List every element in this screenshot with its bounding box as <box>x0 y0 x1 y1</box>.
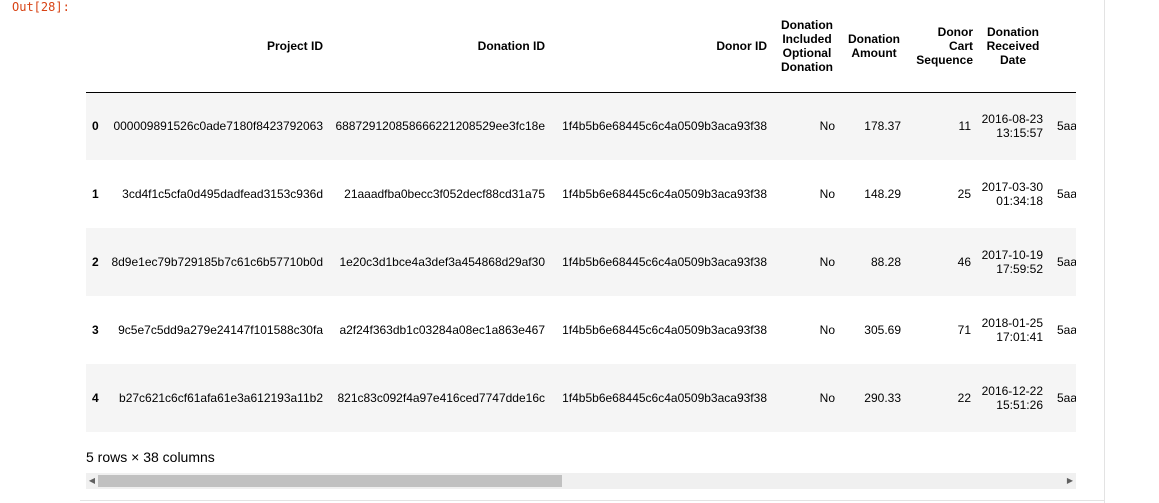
cell-project-id: b27c621c6cf61afa61e3a612193a11b2 <box>119 391 323 405</box>
cell-donation-received-date: 2017-03-30 01:34:18 <box>981 180 1043 208</box>
scroll-right-arrow-icon[interactable]: ▶ <box>1064 473 1076 489</box>
cell-donation-received-date: 2016-12-22 15:51:26 <box>981 384 1043 412</box>
cell-donation-amount: 305.69 <box>864 323 901 337</box>
cell-donor-cart-sequence: 71 <box>957 323 971 337</box>
cell-truncated-column: 5aa86a <box>1057 187 1076 201</box>
column-header-donor-cart-sequence: Donor Cart Sequence <box>907 0 977 93</box>
dataframe-table: Project ID Donation ID Donor ID Donation… <box>86 0 1076 432</box>
table-row: 4 b27c621c6cf61afa61e3a612193a11b2 821c83c… <box>86 364 1076 432</box>
cell-donor-cart-sequence: 22 <box>957 391 971 405</box>
row-index: 1 <box>92 187 99 201</box>
cell-donor-id: 1f4b5b6e68445c6c4a0509b3aca93f38 <box>562 119 767 134</box>
column-header-donation-received-date: Donation Received Date <box>977 0 1049 93</box>
table-row: 0 000009891526c0ade7180f8423792063 6887291… <box>86 92 1076 160</box>
cell-border-right <box>1104 0 1105 503</box>
cell-donor-id: 1f4b5b6e68445c6c4a0509b3aca93f38 <box>562 255 767 269</box>
row-index: 0 <box>92 119 99 134</box>
table-header-row: Project ID Donation ID Donor ID Donation… <box>86 0 1076 93</box>
table-row: 3 9c5e7c5dd9a279e24147f101588c30fa a2f24f3… <box>86 296 1076 364</box>
column-header-donor-id: Donor ID <box>551 0 773 93</box>
scroll-left-arrow-icon[interactable]: ◀ <box>86 473 98 489</box>
cell-project-id: 9c5e7c5dd9a279e24147f101588c30fa <box>118 323 323 337</box>
horizontal-scrollbar[interactable]: ◀ ▶ <box>86 473 1076 489</box>
cell-border-bottom <box>80 500 1104 501</box>
column-header-donation-id: Donation ID <box>329 0 551 93</box>
cell-donation-received-date: 2017-10-19 17:59:52 <box>981 248 1043 276</box>
cell-donation-id: 821c83c092f4a97e416ced7747dde16c <box>337 391 545 405</box>
cell-donation-id: 688729120858666221208529ee3fc18e <box>335 119 545 134</box>
cell-project-id: 000009891526c0ade7180f8423792063 <box>113 119 323 134</box>
cell-donation-amount: 148.29 <box>864 187 901 201</box>
cell-optional-donation: No <box>819 323 835 337</box>
cell-donor-cart-sequence: 25 <box>957 187 971 201</box>
index-header <box>86 0 108 93</box>
cell-optional-donation: No <box>819 187 835 201</box>
row-index: 2 <box>92 255 99 269</box>
cell-optional-donation: No <box>819 255 835 269</box>
column-header-donation-amount: Donation Amount <box>841 0 907 93</box>
column-header-project-id: Project ID <box>108 0 329 93</box>
cell-donation-amount: 290.33 <box>864 391 901 405</box>
cell-donation-id: a2f24f363db1c03284a08ec1a863e467 <box>339 323 545 337</box>
cell-project-id: 8d9e1ec79b729185b7c61c6b57710b0d <box>111 255 323 269</box>
cell-donor-id: 1f4b5b6e68445c6c4a0509b3aca93f38 <box>562 391 767 405</box>
cell-truncated-column: 5aa86a <box>1057 323 1076 337</box>
table-row: 2 8d9e1ec79b729185b7c61c6b57710b0d 1e20c3d… <box>86 228 1076 296</box>
cell-donor-id: 1f4b5b6e68445c6c4a0509b3aca93f38 <box>562 187 767 201</box>
cell-optional-donation: No <box>819 119 835 134</box>
dataframe-shape-text: 5 rows × 38 columns <box>86 449 215 465</box>
cell-truncated-column: 5aa86a <box>1057 255 1076 269</box>
cell-donation-received-date: 2016-08-23 13:15:57 <box>981 112 1043 141</box>
scrollbar-thumb[interactable] <box>98 475 562 487</box>
cell-donation-amount: 178.37 <box>864 119 901 134</box>
cell-donation-amount: 88.28 <box>870 255 901 269</box>
cell-donation-id: 1e20c3d1bce4a3def3a454868d29af30 <box>339 255 545 269</box>
cell-truncated-column: 5aa86a <box>1057 391 1076 405</box>
row-index: 4 <box>92 391 99 405</box>
cell-donor-cart-sequence: 46 <box>957 255 971 269</box>
row-index: 3 <box>92 323 99 337</box>
cell-donation-id: 21aaadfba0becc3f052decf88cd31a75 <box>344 187 545 201</box>
cell-project-id: 3cd4f1c5cfa0d495dadfead3153c936d <box>122 187 323 201</box>
column-header-donation-included-optional-donation: Donation Included Optional Donation <box>773 0 841 93</box>
cell-optional-donation: No <box>819 391 835 405</box>
dataframe-output: Project ID Donation ID Donor ID Donation… <box>86 0 1076 503</box>
column-header-truncated <box>1049 0 1076 93</box>
cell-donor-id: 1f4b5b6e68445c6c4a0509b3aca93f38 <box>562 323 767 337</box>
output-prompt: Out[28]: <box>12 0 70 14</box>
cell-donation-received-date: 2018-01-25 17:01:41 <box>981 316 1043 344</box>
table-row: 1 3cd4f1c5cfa0d495dadfead3153c936d 21aaadf… <box>86 160 1076 228</box>
cell-donor-cart-sequence: 11 <box>958 119 971 134</box>
cell-truncated-column: 5aa86a <box>1057 119 1076 134</box>
